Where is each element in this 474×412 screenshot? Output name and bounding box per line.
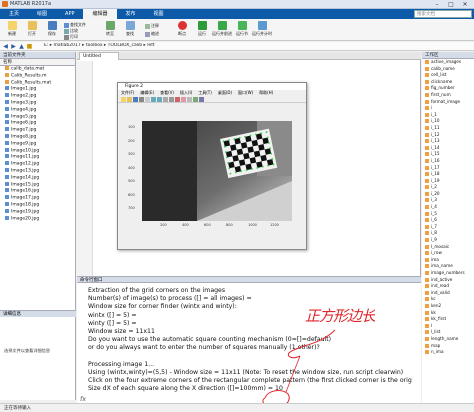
- status-bar: 正在等待输入: [0, 403, 474, 412]
- annotation-arrow: [262, 329, 336, 408]
